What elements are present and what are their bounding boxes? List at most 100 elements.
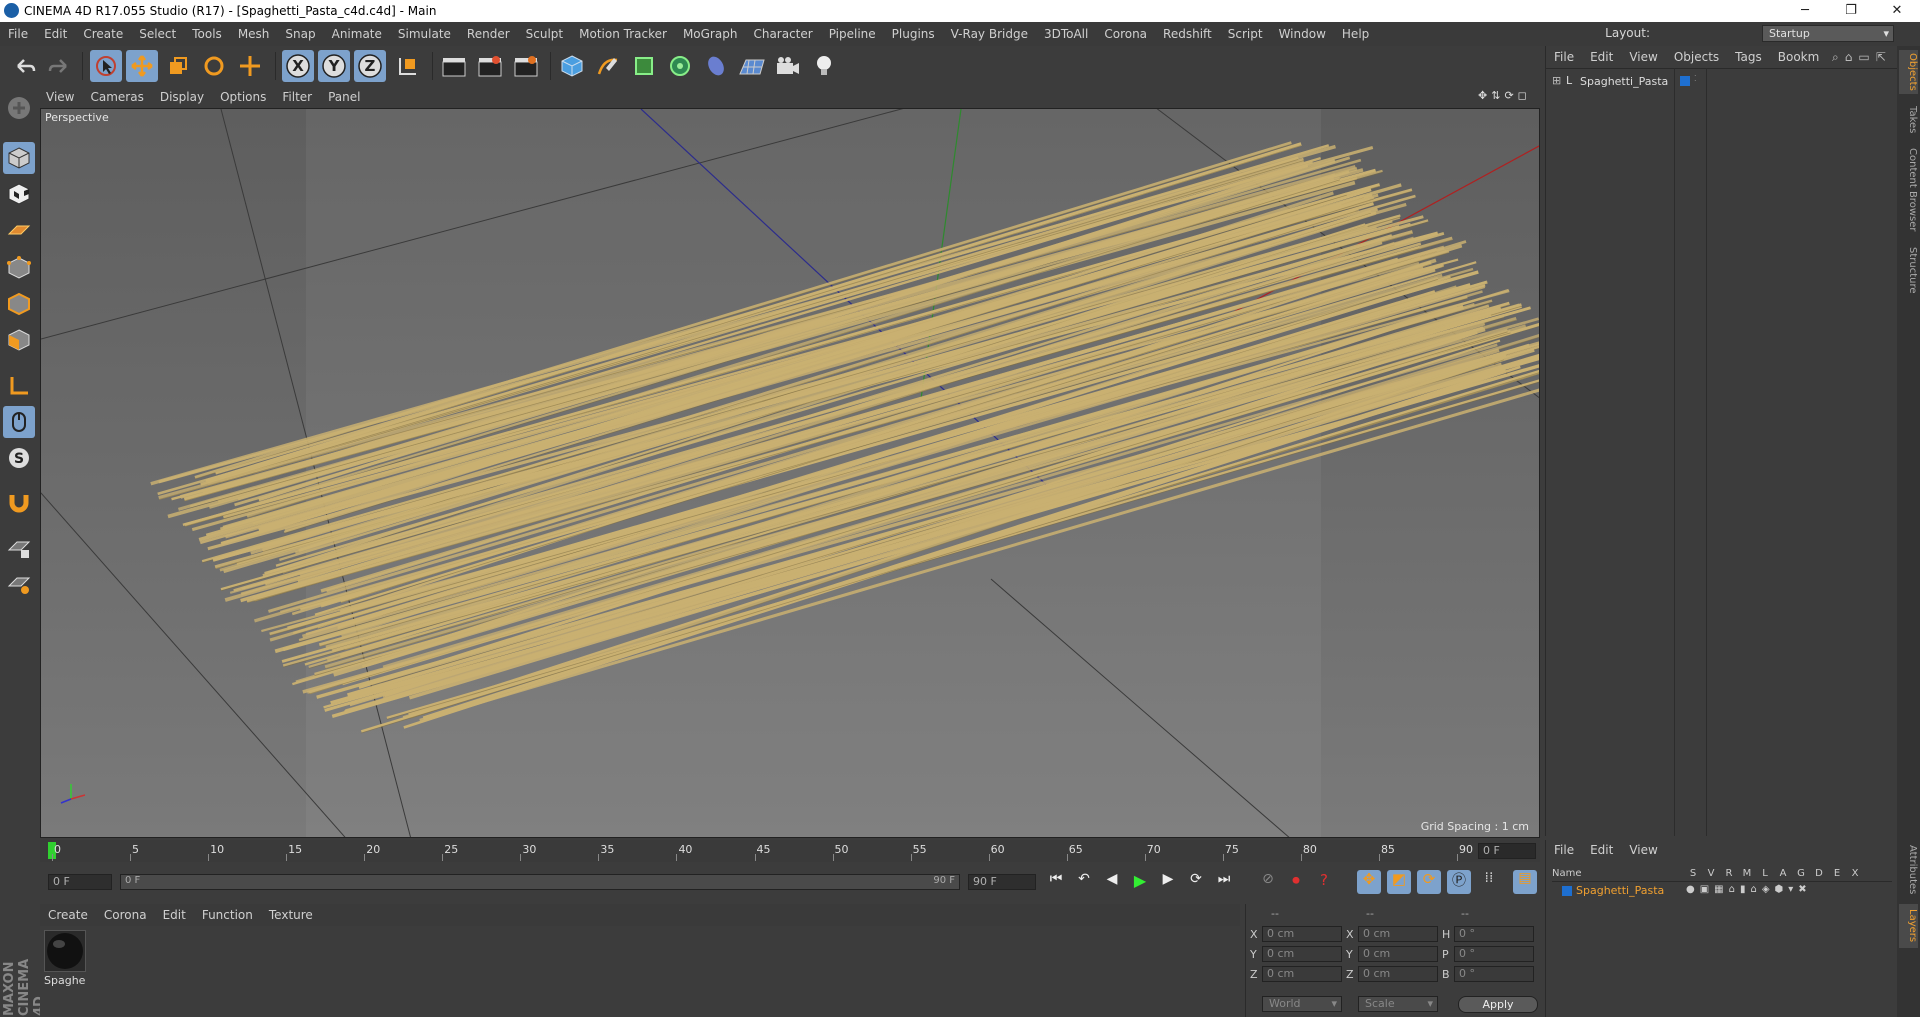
menu-simulate[interactable]: Simulate [390, 27, 459, 41]
rotate-tool-button[interactable] [198, 50, 230, 82]
menu-sculpt[interactable]: Sculpt [518, 27, 571, 41]
record-disabled-icon[interactable]: ⊘ [1257, 871, 1279, 893]
viewport-perspective[interactable]: Perspective Grid Spacing : 1 cm [40, 108, 1540, 838]
tweak-mode-button[interactable] [3, 406, 35, 438]
layer-toggle-icons[interactable]: ●▣▦⌂▮⌂◈⬢▾✖ [1686, 884, 1812, 895]
workplane-button[interactable] [3, 214, 35, 246]
viewport-menu-display[interactable]: Display [152, 90, 212, 104]
coordinate-system-button[interactable] [392, 50, 424, 82]
menu-tools[interactable]: Tools [184, 27, 230, 41]
menu-pipeline[interactable]: Pipeline [821, 27, 884, 41]
home-icon[interactable]: ⌂ [1845, 50, 1853, 65]
menu-mesh[interactable]: Mesh [230, 27, 278, 41]
material-swatch[interactable] [44, 930, 86, 972]
viewport-menu-panel[interactable]: Panel [320, 90, 368, 104]
coord-value-field[interactable]: 0 cm [1358, 926, 1438, 942]
object-row[interactable]: ⊞ L Spaghetti_Pasta ⁚ [1552, 74, 1892, 90]
menu-motion-tracker[interactable]: Motion Tracker [571, 27, 675, 41]
scale-tool-button[interactable] [162, 50, 194, 82]
magnet-button[interactable] [3, 486, 35, 518]
menu-script[interactable]: Script [1220, 27, 1271, 41]
subdivision-button[interactable] [628, 50, 660, 82]
key-parameter-icon[interactable]: Ⓟ [1447, 870, 1471, 894]
collapse-icon[interactable]: ▭ [1858, 50, 1869, 65]
layer-color-swatch-icon[interactable] [1562, 886, 1572, 896]
menu-plugins[interactable]: Plugins [884, 27, 943, 41]
layer-column-d[interactable]: D [1812, 868, 1826, 879]
viewport-menu-options[interactable]: Options [212, 90, 274, 104]
axis-mode-button[interactable] [3, 370, 35, 402]
key-scale-icon[interactable]: ◩ [1387, 870, 1411, 894]
object-menu-objects[interactable]: Objects [1666, 50, 1727, 64]
tab-objects[interactable]: Objects [1899, 50, 1918, 94]
layer-column-g[interactable]: G [1794, 868, 1808, 879]
z-axis-button[interactable]: Z [354, 50, 386, 82]
move-tool-button[interactable] [126, 50, 158, 82]
menu-animate[interactable]: Animate [324, 27, 390, 41]
expand-toggle-icon[interactable]: ⊞ [1552, 74, 1561, 87]
layer-row[interactable]: Spaghetti_Pasta ●▣▦⌂▮⌂◈⬢▾✖ [1552, 884, 1892, 900]
timeline-ruler[interactable]: 0 5 10 15 20 25 30 35 40 45 50 55 60 65 70 75 80 85 90 0 F [40, 840, 1540, 862]
transform-tool-button[interactable] [234, 50, 266, 82]
layout-select[interactable]: Startup ▾ [1762, 25, 1894, 42]
layer-menu-edit[interactable]: Edit [1582, 843, 1621, 857]
edges-mode-button[interactable] [3, 288, 35, 320]
material-menu-edit[interactable]: Edit [155, 908, 194, 922]
apply-button[interactable]: Apply [1458, 996, 1538, 1013]
tab-attributes[interactable]: Attributes [1899, 842, 1918, 898]
timeline-window-icon[interactable]: ▤ [1513, 870, 1537, 894]
menu-help[interactable]: Help [1334, 27, 1377, 41]
go-to-end-icon[interactable]: ⏭ [1213, 871, 1235, 893]
material-menu-corona[interactable]: Corona [96, 908, 155, 922]
viewport-menu-cameras[interactable]: Cameras [82, 90, 151, 104]
menu-corona[interactable]: Corona [1096, 27, 1155, 41]
material-name[interactable]: Spaghe [44, 974, 85, 987]
restore-icon[interactable]: ❐ [1828, 0, 1874, 22]
snap-button[interactable]: S [3, 442, 35, 474]
render-view-button[interactable] [438, 50, 470, 82]
frame-range-slider[interactable]: 0 F 90 F [120, 874, 960, 890]
menu-window[interactable]: Window [1271, 27, 1334, 41]
object-menu-bookm[interactable]: Bookm [1770, 50, 1828, 64]
locked-workplane-button[interactable] [3, 532, 35, 564]
autokey-icon[interactable]: ⏺ [1285, 871, 1307, 893]
undo-button[interactable] [8, 50, 40, 82]
tab-layers[interactable]: Layers [1899, 904, 1918, 948]
layer-column-x[interactable]: X [1848, 868, 1862, 879]
expand-icon[interactable]: ⇱ [1876, 50, 1886, 65]
viewport-menu-view[interactable]: View [38, 90, 82, 104]
layer-column-r[interactable]: R [1722, 868, 1736, 879]
rotate-view-icon[interactable]: ⟳ [1504, 89, 1513, 105]
polygons-mode-button[interactable] [3, 324, 35, 356]
object-menu-edit[interactable]: Edit [1582, 50, 1621, 64]
move-view-icon[interactable]: ✥ [1478, 89, 1487, 105]
cube-button[interactable] [556, 50, 588, 82]
end-frame-field[interactable]: 90 F [968, 874, 1036, 890]
render-picture-viewer-button[interactable] [474, 50, 506, 82]
object-menu-tags[interactable]: Tags [1727, 50, 1770, 64]
tab-structure[interactable]: Structure [1899, 242, 1918, 298]
coord-value-field[interactable]: 0 ° [1454, 966, 1534, 982]
maximize-view-icon[interactable]: ◻ [1518, 89, 1527, 105]
previous-key-icon[interactable]: ↶ [1073, 871, 1095, 893]
redo-button[interactable] [44, 50, 76, 82]
menu-v-ray-bridge[interactable]: V-Ray Bridge [943, 27, 1036, 41]
next-frame-icon[interactable]: ▶ [1157, 871, 1179, 893]
material-menu-function[interactable]: Function [194, 908, 261, 922]
layer-column-l[interactable]: L [1758, 868, 1772, 879]
go-to-start-icon[interactable]: ⏮ [1045, 871, 1067, 893]
tab-takes[interactable]: Takes [1899, 102, 1918, 138]
make-editable-button[interactable] [3, 92, 35, 124]
layer-column-s[interactable]: S [1686, 868, 1700, 879]
current-frame-field[interactable]: 0 F [1478, 843, 1536, 859]
menu-create[interactable]: Create [75, 27, 131, 41]
start-frame-field[interactable]: 0 F [48, 874, 112, 890]
visibility-dots-icon[interactable]: ⁚ [1694, 74, 1697, 83]
menu-render[interactable]: Render [459, 27, 518, 41]
viewport-menu-filter[interactable]: Filter [274, 90, 320, 104]
object-menu-file[interactable]: File [1546, 50, 1582, 64]
coord-value-field[interactable]: 0 ° [1454, 946, 1534, 962]
search-icon[interactable]: ⌕ [1832, 50, 1839, 65]
layer-menu-view[interactable]: View [1621, 843, 1665, 857]
texture-mode-button[interactable] [3, 178, 35, 210]
